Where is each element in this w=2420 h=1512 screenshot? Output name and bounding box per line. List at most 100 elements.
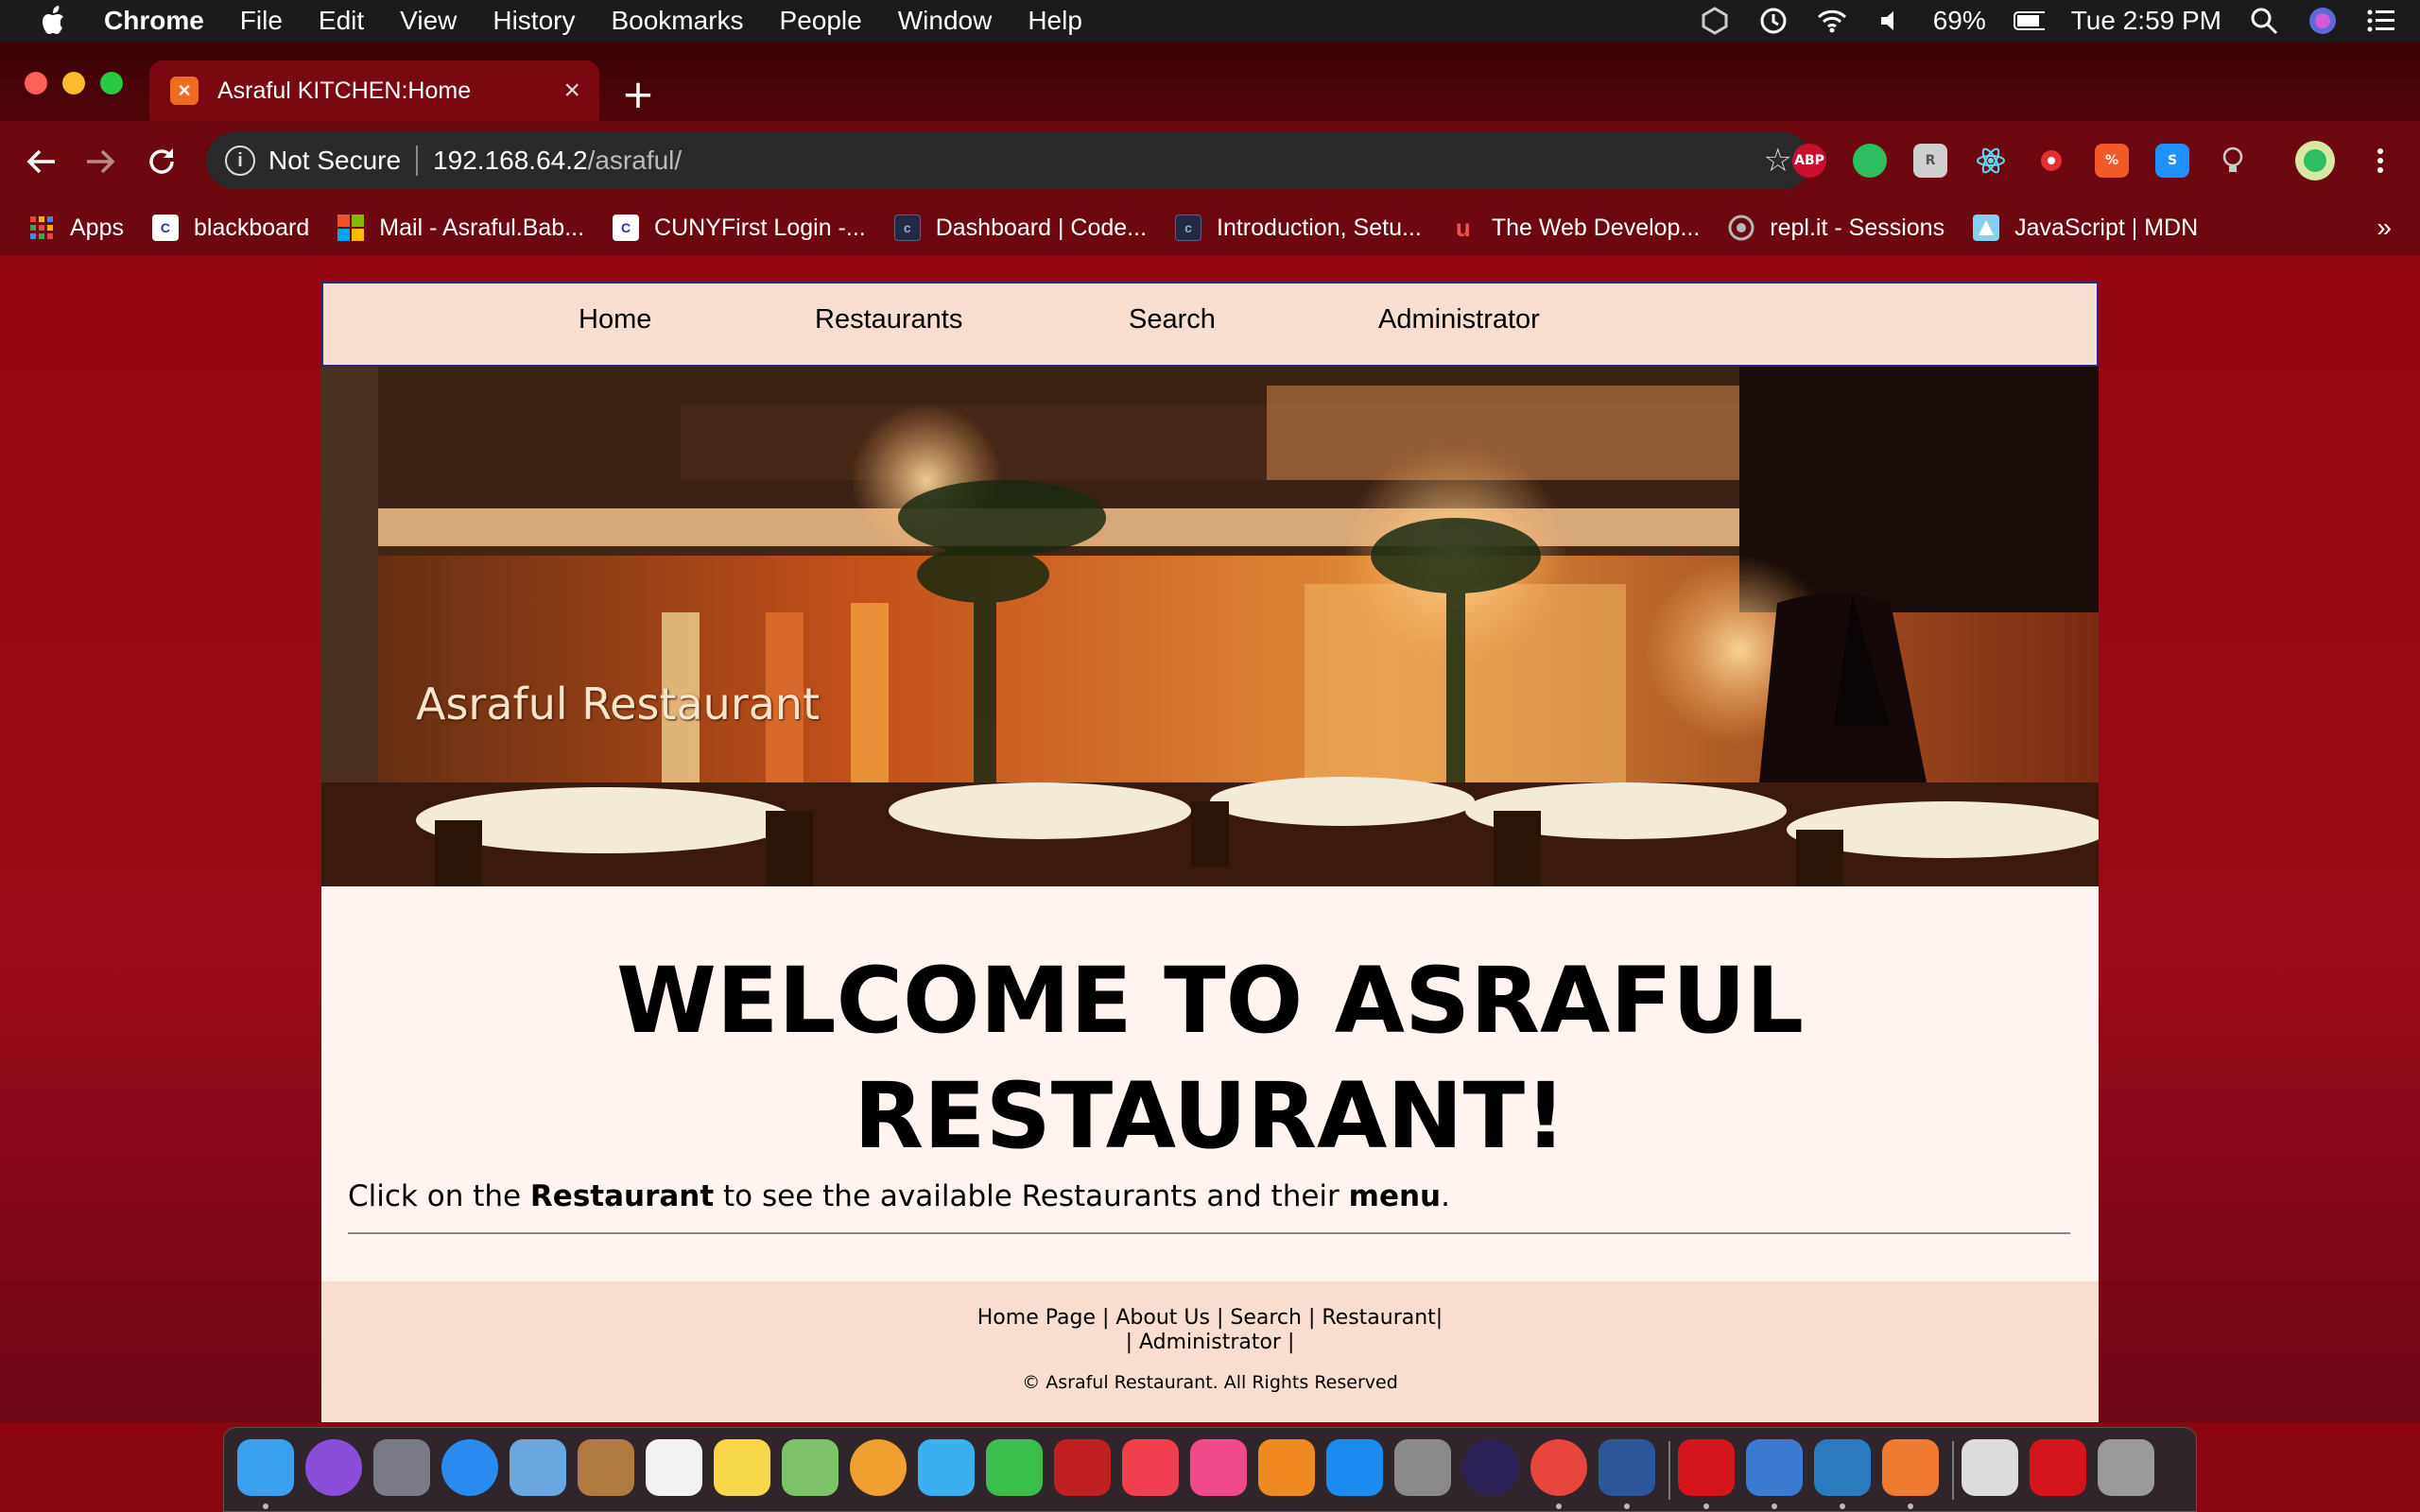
contacts-icon[interactable] <box>578 1439 634 1496</box>
acrobat-doc-icon[interactable] <box>2030 1439 2086 1496</box>
vpn-icon[interactable] <box>1699 5 1731 37</box>
spotlight-search-icon[interactable] <box>2248 5 2280 37</box>
app-store-icon[interactable] <box>1326 1439 1383 1496</box>
bookmark-codecademy-intro[interactable]: c Introduction, Setu... <box>1175 215 1422 242</box>
bookmark-apps[interactable]: Apps <box>28 215 124 242</box>
running-indicator <box>1908 1503 1913 1509</box>
menu-help[interactable]: Help <box>1028 6 1082 36</box>
menu-window[interactable]: Window <box>898 6 993 36</box>
menu-bookmarks[interactable]: Bookmarks <box>611 6 743 36</box>
siri-icon[interactable] <box>2307 5 2339 37</box>
new-tab-button[interactable]: + <box>614 70 662 117</box>
back-button[interactable] <box>17 138 64 185</box>
bookmark-replit[interactable]: repl.it - Sessions <box>1728 215 1945 242</box>
profile-avatar[interactable] <box>2295 141 2335 180</box>
system-preferences-icon[interactable] <box>1394 1439 1451 1496</box>
nav-search-link[interactable]: Search <box>1129 304 1216 335</box>
adblock-icon[interactable]: ABP <box>1792 144 1826 178</box>
bookmark-mail[interactable]: Mail - Asraful.Bab... <box>337 215 584 242</box>
lightbulb-icon[interactable] <box>2216 144 2250 178</box>
nav-administrator-link[interactable]: Administrator <box>1378 304 1540 335</box>
bookmark-blackboard[interactable]: C blackboard <box>151 214 310 242</box>
url-host: 192.168.64.2 <box>433 146 588 175</box>
messages-icon[interactable] <box>918 1439 975 1496</box>
welcome-heading: WELCOME TO ASRAFUL RESTAURANT! <box>321 943 2099 1174</box>
cuny-icon: C <box>613 215 640 241</box>
notes-icon[interactable] <box>714 1439 770 1496</box>
tab-active[interactable]: ✕ Asraful KITCHEN:Home × <box>149 60 599 121</box>
finder-icon[interactable] <box>237 1439 294 1496</box>
chrome-icon[interactable] <box>1530 1439 1587 1496</box>
apple-menu-icon[interactable] <box>36 2 74 40</box>
tab-title: Asraful KITCHEN:Home <box>217 77 472 104</box>
minimize-window-button[interactable] <box>62 72 85 94</box>
eclipse-icon[interactable] <box>1462 1439 1519 1496</box>
wifi-icon[interactable] <box>1816 5 1848 37</box>
intro-text: Click on the <box>348 1179 530 1213</box>
extension-red-icon[interactable] <box>2034 144 2068 178</box>
nav-home-link[interactable]: Home <box>579 304 651 335</box>
running-indicator <box>1556 1503 1562 1509</box>
menu-view[interactable]: View <box>400 6 457 36</box>
chrome-menu-icon[interactable] <box>2363 144 2397 178</box>
menu-file[interactable]: File <box>240 6 283 36</box>
running-indicator <box>1772 1503 1777 1509</box>
books-icon[interactable] <box>1258 1439 1315 1496</box>
music-icon[interactable] <box>1190 1439 1247 1496</box>
photo-booth-icon[interactable] <box>1054 1439 1111 1496</box>
launchpad-icon[interactable] <box>373 1439 430 1496</box>
news-icon[interactable] <box>1122 1439 1179 1496</box>
bookmark-star-icon[interactable]: ☆ <box>1764 142 1792 180</box>
address-bar[interactable]: i Not Secure 192.168.64.2/asraful/ ☆ <box>206 132 1811 189</box>
close-tab-icon[interactable]: × <box>563 75 580 107</box>
bookmark-mdn[interactable]: JavaScript | MDN <box>1973 215 2198 242</box>
bookmark-label: blackboard <box>193 214 310 241</box>
safari-icon[interactable] <box>441 1439 498 1496</box>
footer-links[interactable]: Home Page | About Us | Search | Restaura… <box>321 1306 2099 1330</box>
react-devtools-icon[interactable] <box>1974 144 2008 178</box>
evernote-icon[interactable] <box>1853 144 1887 178</box>
extension-blue-icon[interactable]: S <box>2155 144 2189 178</box>
site-info-icon[interactable]: i <box>225 146 255 176</box>
extension-orange-icon[interactable]: % <box>2095 144 2129 178</box>
siri-icon[interactable] <box>305 1439 362 1496</box>
maps-icon[interactable] <box>782 1439 838 1496</box>
word-icon[interactable] <box>1599 1439 1655 1496</box>
acrobat-icon[interactable] <box>1678 1439 1735 1496</box>
menu-app-chrome[interactable]: Chrome <box>104 6 204 36</box>
running-indicator <box>1624 1503 1630 1509</box>
menu-edit[interactable]: Edit <box>319 6 364 36</box>
notification-center-icon[interactable] <box>2365 5 2397 37</box>
menu-people[interactable]: People <box>780 6 862 36</box>
footer-admin-link[interactable]: | Administrator | <box>321 1331 2099 1354</box>
forward-button[interactable] <box>78 138 125 185</box>
xampp-icon[interactable] <box>1882 1439 1939 1496</box>
zoom-window-button[interactable] <box>100 72 123 94</box>
security-label: Not Secure <box>268 146 402 175</box>
bookmark-label: repl.it - Sessions <box>1770 214 1945 241</box>
time-machine-icon[interactable] <box>1757 5 1789 37</box>
facetime-icon[interactable] <box>986 1439 1043 1496</box>
vscode-icon[interactable] <box>1814 1439 1871 1496</box>
calendar-icon[interactable] <box>646 1439 702 1496</box>
mail-bird-icon[interactable] <box>510 1439 566 1496</box>
photos-icon[interactable] <box>850 1439 907 1496</box>
restaurant-interior-photo <box>321 367 2099 886</box>
bookmark-cunyfirst[interactable]: C CUNYFirst Login -... <box>613 215 866 242</box>
document-icon[interactable] <box>1962 1439 2018 1496</box>
volume-icon[interactable] <box>1875 5 1907 37</box>
nav-restaurants-link[interactable]: Restaurants <box>815 304 962 335</box>
battery-percent: 69% <box>1932 6 1986 35</box>
battery-icon[interactable] <box>2013 5 2045 37</box>
bookmark-codecademy-dashboard[interactable]: c Dashboard | Code... <box>893 215 1147 242</box>
extension-icon[interactable]: R <box>1913 144 1947 178</box>
reload-button[interactable] <box>138 138 185 185</box>
trash-icon[interactable] <box>2098 1439 2154 1496</box>
menu-history[interactable]: History <box>493 6 575 36</box>
bookmark-udemy[interactable]: u The Web Develop... <box>1450 214 1700 242</box>
bookmarks-overflow-icon[interactable]: » <box>2377 213 2392 243</box>
clock[interactable]: Tue 2:59 PM <box>2071 6 2221 36</box>
footer-copyright: © Asraful Restaurant. All Rights Reserve… <box>1022 1372 1398 1393</box>
xcode-instruments-icon[interactable] <box>1746 1439 1803 1496</box>
close-window-button[interactable] <box>25 72 47 94</box>
